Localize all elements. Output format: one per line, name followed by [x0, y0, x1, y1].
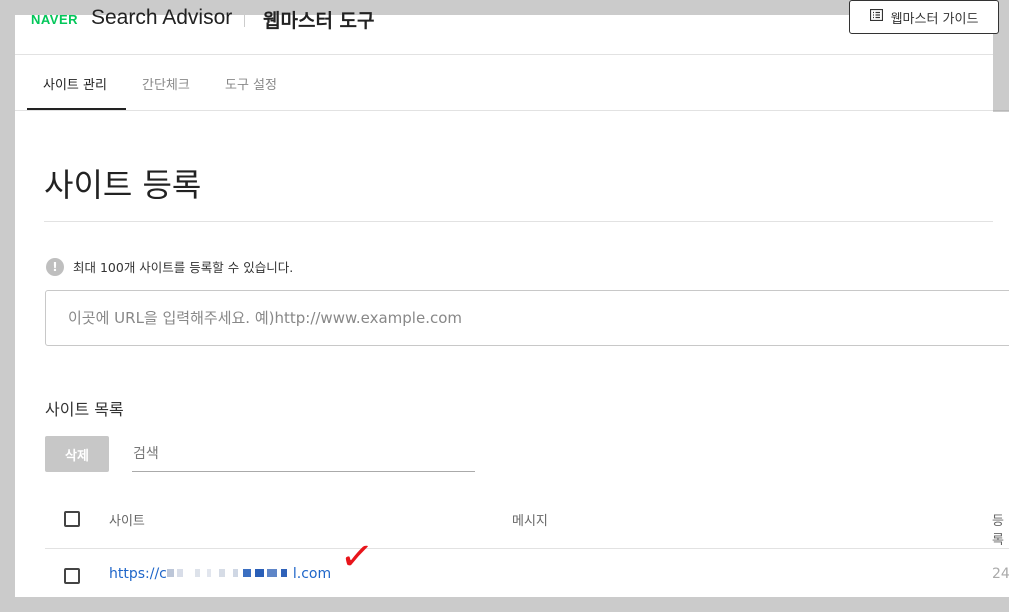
select-all-checkbox[interactable] [64, 511, 80, 527]
tabs-divider-ext [993, 110, 1009, 111]
redacted-url-part [166, 567, 293, 579]
info-text: 최대 100개 사이트를 등록할 수 있습니다. [73, 260, 294, 275]
site-link[interactable]: https://c l.com [109, 566, 331, 582]
tabs-divider [15, 110, 993, 111]
site-url-prefix: https://c [109, 566, 167, 582]
site-search-input[interactable] [132, 436, 475, 472]
naver-logo[interactable]: NAVER [31, 12, 78, 27]
info-icon: ! [46, 257, 64, 276]
guide-book-icon [869, 8, 883, 25]
section-title[interactable]: 웹마스터 도구 [263, 6, 375, 33]
webmaster-guide-button[interactable]: 웹마스터 가이드 [849, 0, 999, 34]
red-checkmark-annotation: ✓ [337, 532, 376, 582]
backdrop-bottom [0, 597, 1009, 612]
header-row-divider [45, 548, 1009, 549]
tab-tool-settings[interactable]: 도구 설정 [225, 74, 277, 93]
site-url-input[interactable] [45, 290, 1009, 346]
delete-button[interactable]: 삭제 [45, 436, 109, 472]
header-separator [244, 11, 245, 27]
page-title: 사이트 등록 [44, 166, 202, 204]
product-name[interactable]: Search Advisor [91, 6, 232, 30]
app-header: NAVER Search Advisor 웹마스터 도구 웹마스터 가이드 [0, 0, 1009, 55]
info-notice: ! 최대 100개 사이트를 등록할 수 있습니다. [46, 257, 293, 276]
title-divider [44, 221, 993, 222]
column-header-message: 메시지 [512, 514, 548, 529]
registered-date: 24 [992, 566, 1009, 582]
site-list-title: 사이트 목록 [45, 400, 124, 419]
tab-quick-check[interactable]: 간단체크 [142, 74, 190, 93]
site-url-suffix: l.com [292, 566, 332, 582]
row-checkbox[interactable] [64, 568, 80, 584]
column-header-site: 사이트 [109, 514, 145, 529]
tab-site-management[interactable]: 사이트 관리 [43, 74, 107, 93]
main-tabs: 사이트 관리 간단체크 도구 설정 [15, 55, 993, 111]
guide-button-label: 웹마스터 가이드 [890, 11, 979, 27]
column-header-registered: 등록 [992, 514, 1004, 548]
